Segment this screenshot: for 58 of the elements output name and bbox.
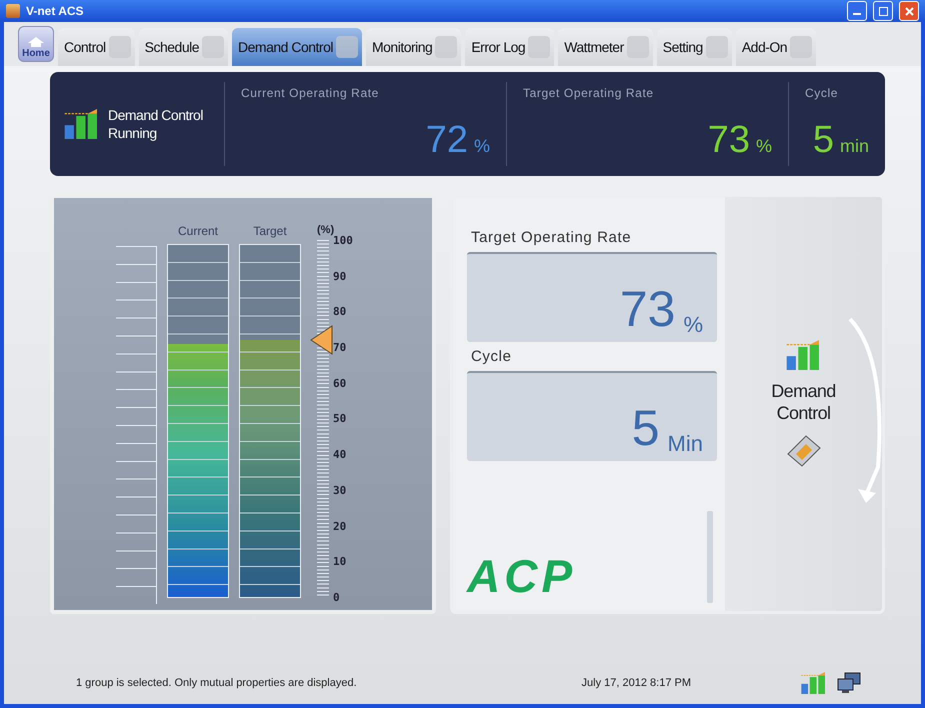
bar-chart-icon	[801, 672, 827, 694]
setting-unit: %	[683, 312, 703, 338]
metric-unit: min	[840, 136, 869, 157]
scale-label: 40	[333, 448, 348, 462]
tab[interactable]: Control	[58, 28, 135, 66]
mode-status: Running	[108, 124, 158, 142]
maximize-icon	[878, 6, 888, 16]
scale-label: 50	[333, 412, 348, 426]
status-datetime: July 17, 2012 8:17 PM	[582, 677, 691, 689]
scale-label: 10	[333, 555, 348, 568]
metric-label: Current Operating Rate	[241, 86, 380, 100]
scale-label: 30	[333, 484, 348, 497]
setting-value: 5	[632, 399, 660, 457]
scale-unit: (%)	[317, 224, 334, 236]
metric-value: 5	[812, 119, 834, 162]
app-icon	[6, 4, 20, 18]
window-title: V-net ACS	[26, 4, 85, 18]
tab[interactable]: Error Log	[465, 28, 554, 66]
metric-unit: %	[756, 136, 772, 157]
pointer-icon[interactable]	[310, 325, 334, 356]
monitors-icon[interactable]	[837, 672, 861, 694]
setting-value: 73	[620, 280, 676, 338]
metric-label: Target Operating Rate	[523, 86, 655, 100]
flow-label: Demand Control	[771, 380, 836, 424]
scale-label: 100	[333, 234, 353, 247]
tab[interactable]: Wattmeter	[558, 28, 653, 66]
close-icon	[904, 6, 914, 16]
maximize-button[interactable]	[873, 1, 893, 21]
tab[interactable]: Setting	[656, 28, 732, 66]
home-button[interactable]: Home	[18, 26, 54, 62]
tab[interactable]: Add-On	[736, 28, 816, 66]
scale-label: 20	[333, 520, 348, 532]
bar-chart-icon	[786, 340, 822, 370]
tab[interactable]: Schedule	[138, 28, 228, 66]
setting-label: Target Operating Rate	[471, 229, 632, 246]
status-message: 1 group is selected. Only mutual properties are displayed.	[76, 677, 358, 689]
bar-chart-icon	[64, 109, 100, 139]
minimize-button[interactable]	[847, 1, 867, 21]
home-icon	[28, 37, 44, 47]
scale-label: 80	[333, 305, 348, 318]
scale-label: 0	[333, 590, 341, 604]
tab[interactable]: Monitoring	[366, 28, 462, 66]
column-label: Target	[253, 224, 287, 238]
metric-unit: %	[474, 136, 490, 157]
scale-label: 70	[333, 341, 348, 354]
scale-label: 90	[333, 270, 348, 283]
scrollbar[interactable]	[707, 511, 713, 603]
scale-label: 60	[333, 376, 348, 390]
logo: ACP	[467, 549, 576, 603]
mode-name: Demand Control	[108, 106, 203, 124]
metric-label: Cycle	[805, 86, 840, 100]
tab[interactable]: Demand Control	[232, 28, 362, 66]
setting-unit: Min	[668, 431, 703, 457]
column-label: Current	[178, 224, 218, 238]
close-button[interactable]	[899, 1, 919, 21]
metric-value: 73	[708, 119, 750, 162]
metric-value: 72	[426, 119, 468, 162]
setting-label: Cycle	[471, 348, 513, 365]
